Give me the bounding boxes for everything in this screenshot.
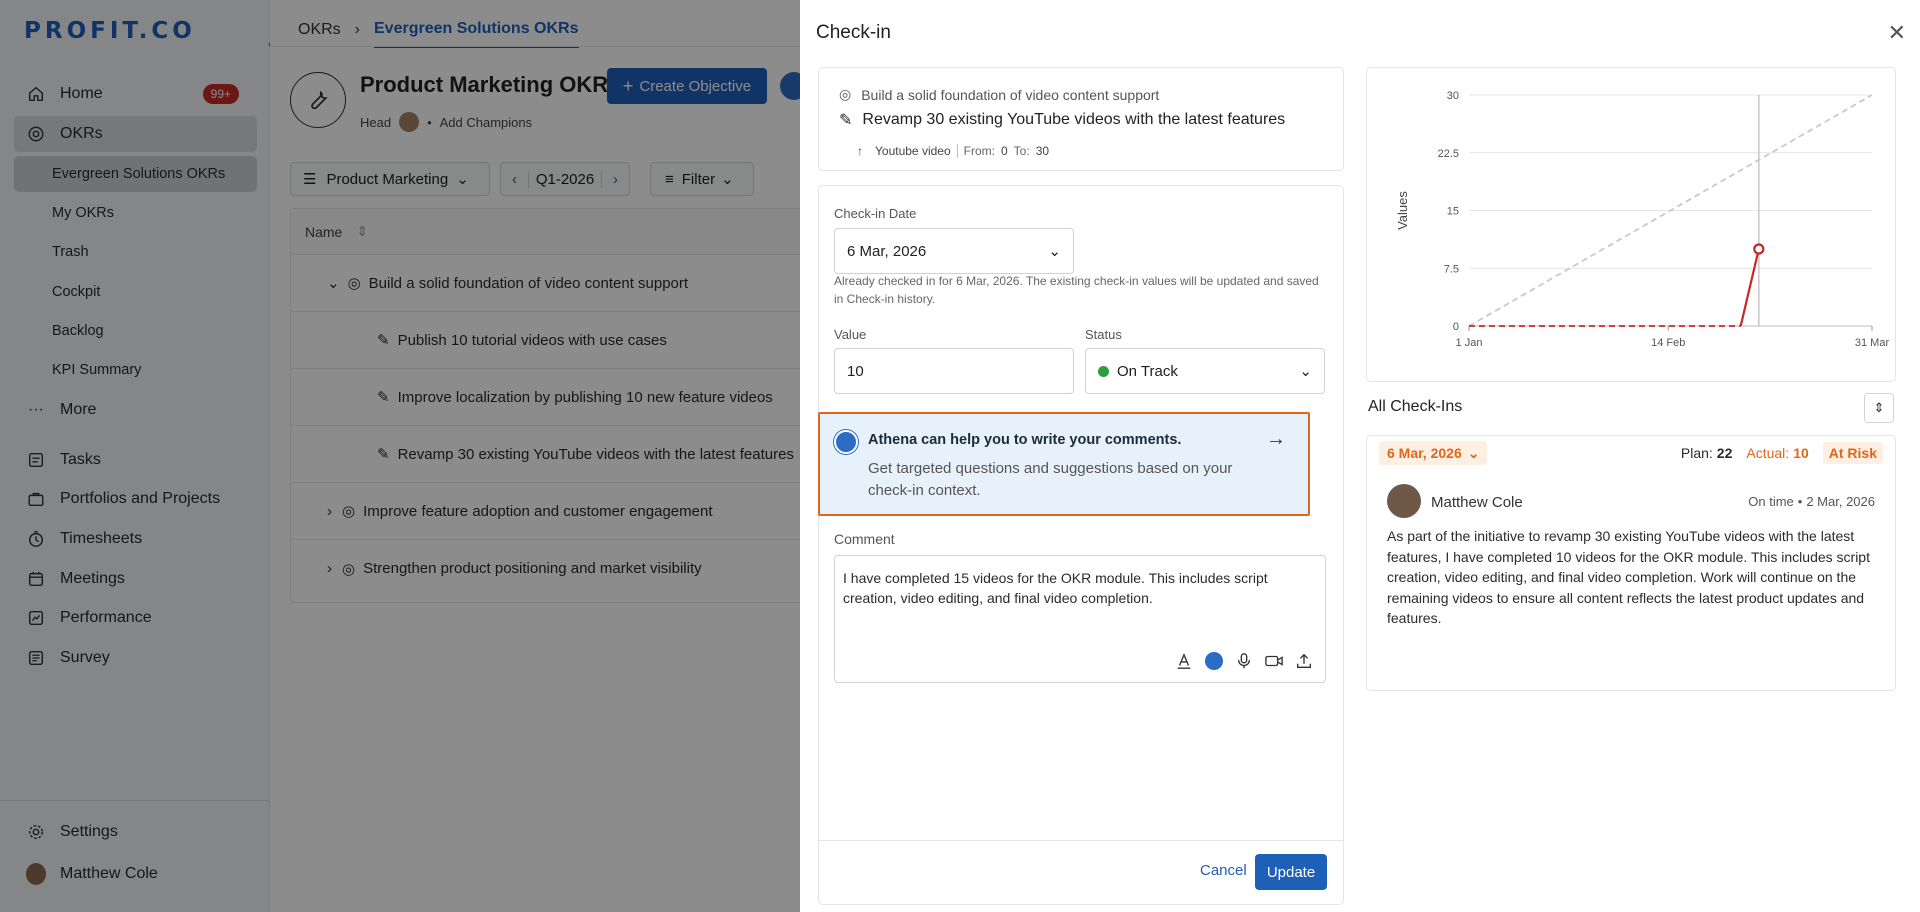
value-label: Value [834, 327, 867, 342]
cancel-button[interactable]: Cancel [1200, 862, 1247, 879]
chevron-down-icon: ⌄ [1048, 243, 1061, 260]
athena-icon [834, 430, 858, 454]
comment-field[interactable]: I have completed 15 videos for the OKR m… [834, 555, 1326, 683]
key-result-label: Revamp 30 existing YouTube videos with t… [862, 111, 1286, 128]
y-tick-label: 15 [1447, 206, 1459, 218]
key-result-icon: ✎ [839, 112, 853, 129]
checkin-date-note: Already checked in for 6 Mar, 2026. The … [834, 274, 1319, 306]
chevron-down-icon: ⌄ [1299, 363, 1312, 380]
x-tick-label: 14 Feb [1651, 337, 1685, 349]
all-checkins-title: All Check-Ins [1368, 398, 1463, 415]
checkin-date-select[interactable]: 6 Mar, 2026 ⌄ [834, 228, 1074, 274]
objective-label: Build a solid foundation of video conten… [861, 86, 1160, 103]
from-value: 0 [1000, 144, 1008, 158]
plan-value: 22 [1716, 445, 1733, 461]
close-icon[interactable]: ✕ [1888, 20, 1906, 46]
avatar [1387, 484, 1421, 518]
microphone-icon[interactable] [1233, 650, 1255, 672]
checkin-comment: As part of the initiative to revamp 30 e… [1387, 528, 1870, 626]
target-icon: ◎ [839, 86, 852, 102]
status-select[interactable]: On Track ⌄ [1085, 348, 1325, 394]
athena-text: Get targeted questions and suggestions b… [868, 460, 1233, 499]
comment-text: I have completed 15 videos for the OKR m… [843, 570, 1268, 606]
checkin-date-value: 6 Mar, 2026 [847, 242, 927, 260]
series-line [1739, 248, 1760, 327]
checkin-date-dropdown[interactable]: 6 Mar, 2026 ⌄ [1379, 441, 1488, 465]
update-button[interactable]: Update [1255, 854, 1327, 890]
key-result-line: ✎ Revamp 30 existing YouTube videos with… [839, 110, 1285, 130]
athena-suggestion-card[interactable]: Athena can help you to write your commen… [818, 412, 1310, 516]
checkin-date-label: Check-in Date [834, 206, 917, 221]
comment-toolbar [1173, 650, 1315, 672]
metric-unit: Youtube video [875, 144, 958, 158]
checkin-date: 6 Mar, 2026 [1387, 445, 1462, 461]
y-tick-label: 0 [1453, 321, 1459, 333]
x-tick-label: 1 Jan [1456, 337, 1483, 349]
metric-line: ↑ Youtube video From: 0 To: 30 [857, 144, 1049, 158]
progress-chart: 0 7.5 15 22.5 30 1 Jan 14 Feb 31 Mar Values [1366, 67, 1896, 382]
dot-separator: • [1797, 494, 1803, 509]
to-label: To: [1013, 144, 1030, 158]
arrow-up-icon: ↑ [857, 144, 863, 158]
y-axis-label: Values [1395, 191, 1410, 230]
sort-toggle-icon[interactable]: ⇕ [1864, 393, 1894, 423]
arrow-right-icon[interactable]: → [1266, 428, 1286, 451]
status-label: Status [1085, 327, 1122, 342]
video-icon[interactable] [1263, 650, 1285, 672]
value-input[interactable]: 10 [834, 348, 1074, 394]
value-input-text: 10 [847, 362, 864, 380]
form-footer-divider [819, 840, 1343, 841]
comment-label: Comment [834, 531, 895, 547]
checkin-drawer: Check-in ✕ ◎ Build a solid foundation of… [800, 0, 1920, 912]
status-badge: At Risk [1822, 442, 1883, 464]
checkin-history-card: 6 Mar, 2026 ⌄ Plan: 22 Actual: 10 At Ris… [1366, 435, 1896, 691]
y-tick-label: 7.5 [1444, 263, 1459, 275]
key-result-info: ◎ Build a solid foundation of video cont… [818, 67, 1344, 171]
upload-icon[interactable] [1293, 650, 1315, 672]
athena-title: Athena can help you to write your commen… [868, 432, 1182, 448]
checkin-author: Matthew Cole [1431, 494, 1523, 511]
y-tick-label: 30 [1447, 90, 1459, 102]
x-tick-label: 31 Mar [1855, 337, 1890, 349]
checkin-meta: On time • 2 Mar, 2026 [1748, 494, 1875, 509]
athena-icon[interactable] [1203, 650, 1225, 672]
checkin-form: Check-in Date 6 Mar, 2026 ⌄ Already chec… [818, 185, 1344, 905]
progress-chart-svg: 0 7.5 15 22.5 30 1 Jan 14 Feb 31 Mar Values [1395, 90, 1890, 349]
checkin-posted-date: 2 Mar, 2026 [1806, 494, 1875, 509]
y-tick-label: 22.5 [1438, 148, 1459, 160]
drawer-title: Check-in [816, 22, 891, 43]
text-format-icon[interactable] [1173, 650, 1195, 672]
checkin-timing: On time [1748, 494, 1794, 509]
from-label: From: [963, 144, 995, 158]
chevron-down-icon: ⌄ [1467, 444, 1480, 461]
plan-actual-summary: Plan: 22 Actual: 10 At Risk [1681, 441, 1883, 465]
status-value: On Track [1117, 362, 1178, 380]
objective-line: ◎ Build a solid foundation of video cont… [839, 86, 1159, 103]
data-point [1753, 243, 1765, 255]
plan-label: Plan: [1680, 445, 1713, 461]
to-value: 30 [1035, 144, 1050, 158]
actual-value: 10 [1793, 445, 1809, 461]
modal-backdrop[interactable] [0, 0, 800, 912]
status-dot [1098, 365, 1109, 377]
actual-label: Actual: [1746, 445, 1790, 461]
